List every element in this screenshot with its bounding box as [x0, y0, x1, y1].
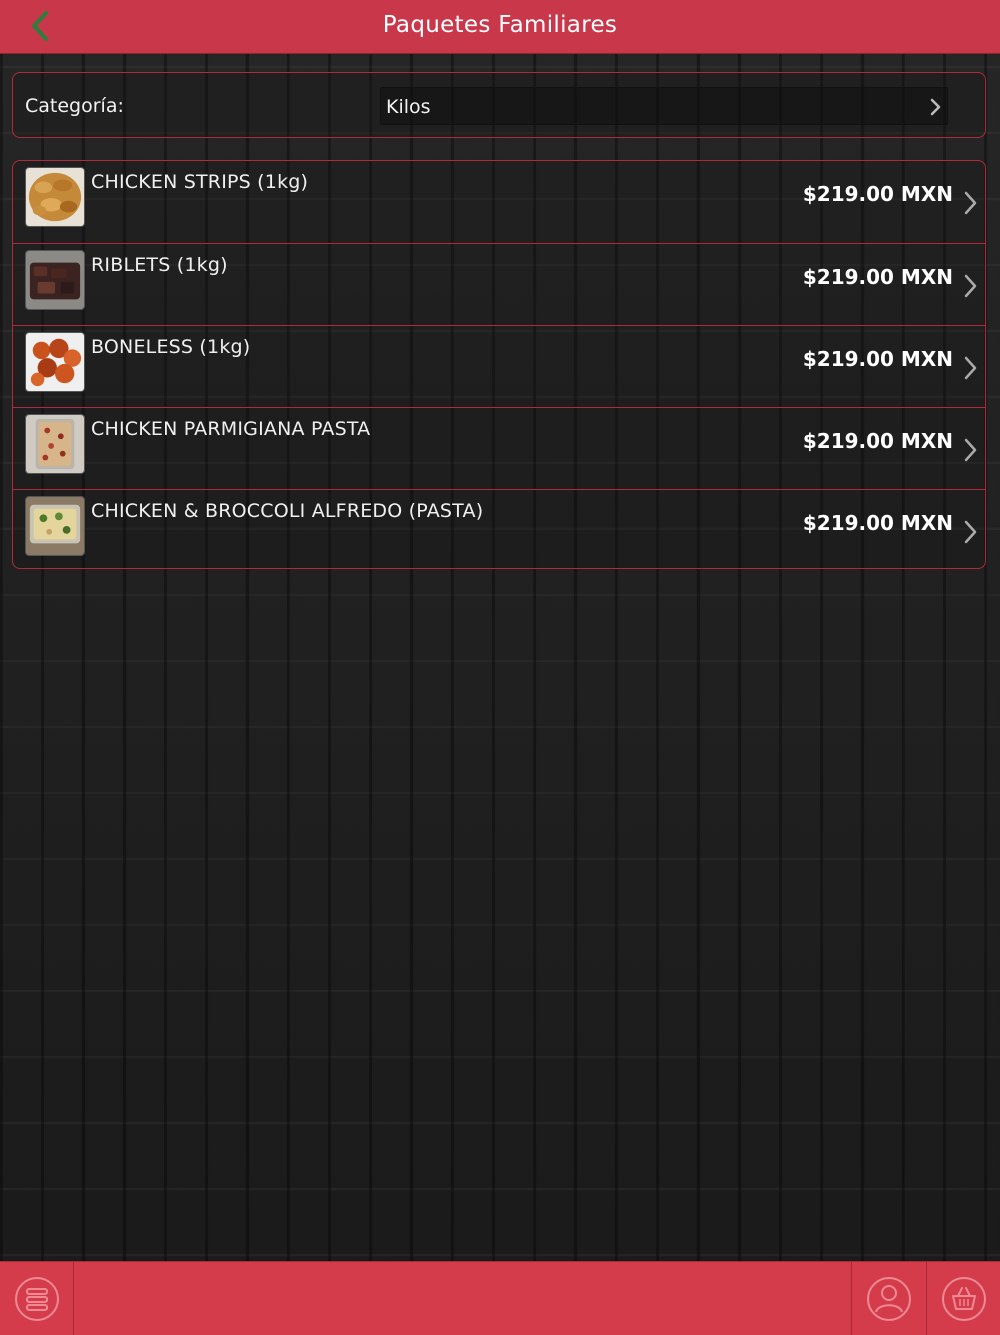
riblets-thumbnail [25, 250, 85, 310]
boneless-thumbnail [25, 332, 85, 392]
chevron-right-icon [930, 98, 941, 116]
product-name: CHICKEN STRIPS (1kg) [91, 171, 309, 193]
product-price: $219.00 MXN [802, 429, 953, 453]
chevron-right-icon [964, 191, 977, 215]
product-price: $219.00 MXN [802, 511, 953, 535]
product-name: RIBLETS (1kg) [91, 254, 228, 276]
toolbar-divider [73, 1262, 74, 1335]
cart-button[interactable] [927, 1262, 1000, 1335]
chevron-right-icon [964, 520, 977, 544]
menu-button[interactable] [0, 1262, 73, 1335]
chevron-right-icon [964, 356, 977, 380]
product-name: CHICKEN & BROCCOLI ALFREDO (PASTA) [91, 500, 484, 522]
product-list: CHICKEN STRIPS (1kg) $219.00 MXN RIBLETS… [12, 160, 986, 569]
chevron-right-icon [964, 274, 977, 298]
category-filter: Categoría: Kilos [12, 72, 986, 138]
product-row[interactable]: BONELESS (1kg) $219.00 MXN [13, 325, 985, 406]
menu-stack-icon [14, 1276, 59, 1321]
account-button[interactable] [852, 1262, 926, 1335]
page-title: Paquetes Familiares [382, 12, 618, 38]
category-label: Categoría: [25, 95, 124, 117]
parmigiana-pasta-thumbnail [25, 414, 85, 474]
product-price: $219.00 MXN [802, 265, 953, 289]
product-row[interactable]: CHICKEN STRIPS (1kg) $219.00 MXN [13, 161, 985, 242]
top-bar: Paquetes Familiares [0, 0, 1000, 54]
alfredo-pasta-thumbnail [25, 496, 85, 556]
chevron-right-icon [964, 438, 977, 462]
category-selected-value: Kilos [386, 96, 431, 118]
product-row[interactable]: RIBLETS (1kg) $219.00 MXN [13, 243, 985, 324]
product-name: BONELESS (1kg) [91, 336, 251, 358]
product-row[interactable]: CHICKEN PARMIGIANA PASTA $219.00 MXN [13, 407, 985, 488]
user-icon [867, 1276, 911, 1321]
basket-icon [941, 1276, 986, 1321]
chicken-strips-thumbnail [25, 167, 85, 227]
bottom-toolbar [0, 1261, 1000, 1335]
product-row[interactable]: CHICKEN & BROCCOLI ALFREDO (PASTA) $219.… [13, 489, 985, 568]
product-price: $219.00 MXN [802, 347, 953, 371]
category-select[interactable]: Kilos [380, 87, 948, 125]
product-name: CHICKEN PARMIGIANA PASTA [91, 418, 371, 440]
product-price: $219.00 MXN [802, 182, 953, 206]
